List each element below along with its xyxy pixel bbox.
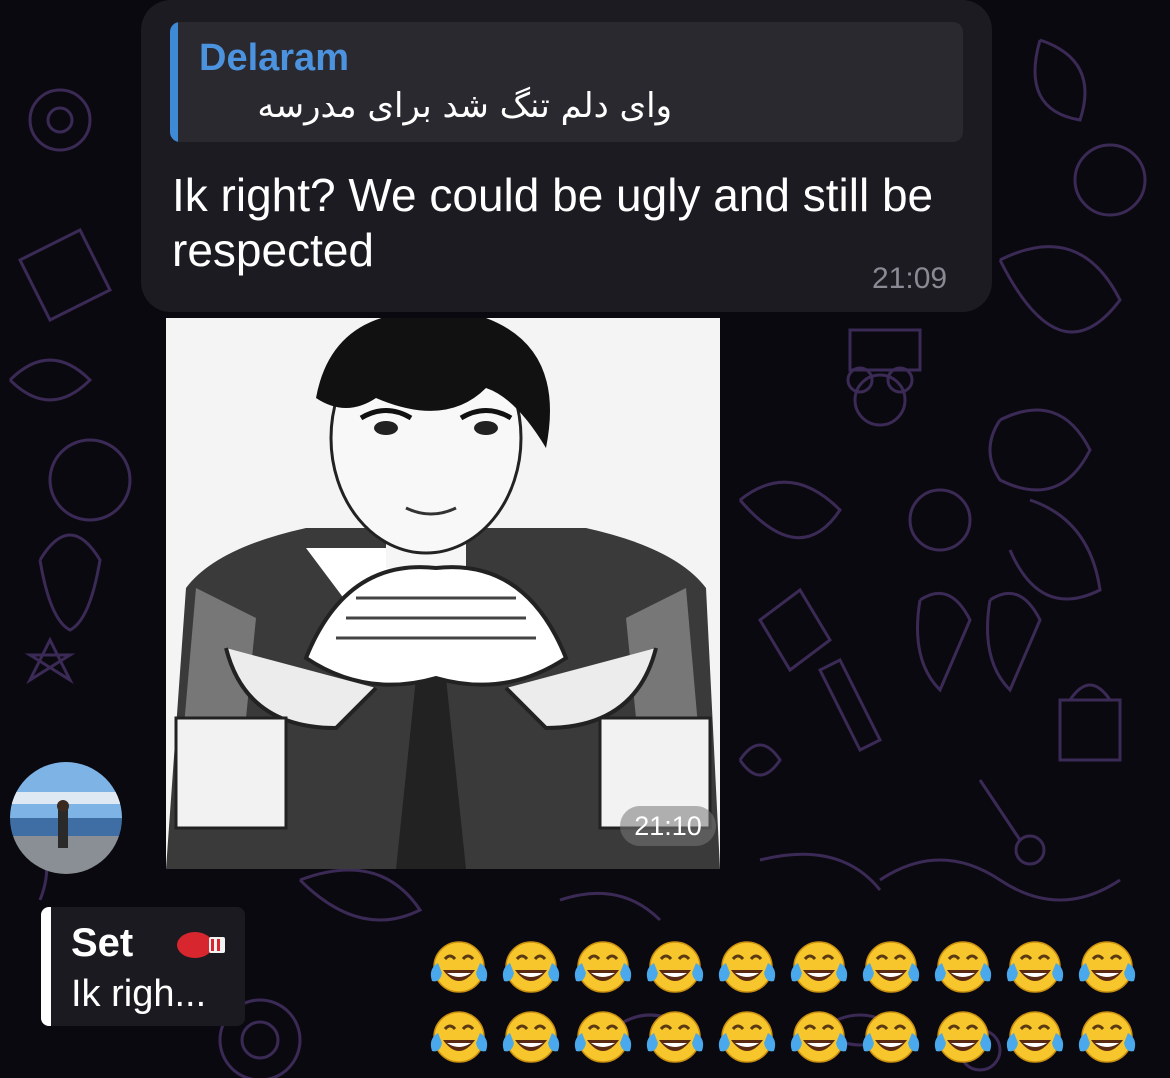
face-with-tears-of-joy-icon [718, 1011, 776, 1063]
face-with-tears-of-joy-icon [430, 1011, 488, 1063]
quoted-reply[interactable]: Delaram وای دلم تنگ شد برای مدرسه [170, 22, 963, 142]
face-with-tears-of-joy-icon [502, 1011, 560, 1063]
face-with-tears-of-joy-icon [1006, 1011, 1064, 1063]
face-with-tears-of-joy-icon [646, 941, 704, 993]
photo-message[interactable] [166, 318, 720, 869]
face-with-tears-of-joy-icon [502, 941, 560, 993]
reply-preview-text: Ik righ... [71, 973, 207, 1015]
face-with-tears-of-joy-icon [1078, 1011, 1136, 1063]
face-with-tears-of-joy-icon [646, 1011, 704, 1063]
face-with-tears-of-joy-icon [718, 941, 776, 993]
reply-quoted-text: وای دلم تنگ شد برای مدرسه [257, 86, 672, 126]
face-with-tears-of-joy-icon [430, 941, 488, 993]
message-text: Ik right? We could be ugly and still be … [172, 169, 934, 276]
emoji-row-2 [428, 1007, 1148, 1067]
face-with-tears-of-joy-icon [574, 941, 632, 993]
face-with-tears-of-joy-icon [790, 941, 848, 993]
face-with-tears-of-joy-icon [1006, 941, 1064, 993]
face-with-tears-of-joy-icon [1078, 941, 1136, 993]
face-with-tears-of-joy-icon [934, 941, 992, 993]
manga-portrait-image [166, 318, 720, 869]
face-with-tears-of-joy-icon [574, 1011, 632, 1063]
face-with-tears-of-joy-icon [934, 1011, 992, 1063]
boxing-glove-icon [177, 932, 225, 958]
reply-sender-name: Delaram [199, 37, 349, 79]
face-with-tears-of-joy-icon [862, 1011, 920, 1063]
composer-reply-preview[interactable]: Set Ik righ... [41, 907, 245, 1026]
avatar[interactable] [10, 762, 122, 874]
avatar-photo [10, 762, 122, 874]
reply-accent-bar [170, 22, 178, 142]
face-with-tears-of-joy-icon [790, 1011, 848, 1063]
reply-preview-bar [41, 907, 51, 1026]
face-with-tears-of-joy-icon [862, 941, 920, 993]
reply-preview-name: Set [71, 921, 134, 965]
emoji-row-1 [428, 937, 1148, 997]
message-timestamp: 21:09 [872, 262, 948, 295]
photo-timestamp: 21:10 [620, 806, 716, 846]
